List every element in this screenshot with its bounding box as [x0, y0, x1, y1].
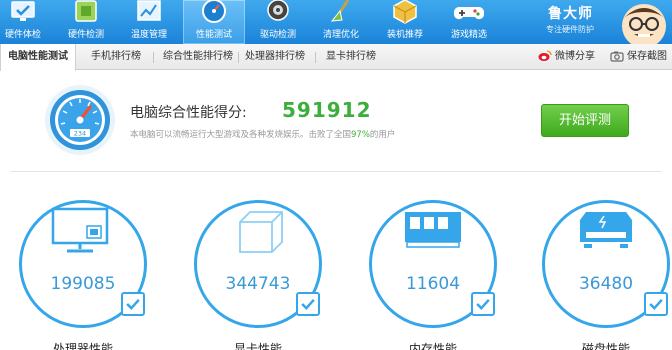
- check-icon: [121, 292, 145, 316]
- toolbar-label: 硬件检测: [67, 30, 104, 40]
- sub-tab-bar: 电脑性能测试 手机排行榜 综合性能排行榜 处理器排行榜 显卡排行榜 微博分享 保…: [0, 44, 672, 71]
- main-toolbar: 硬件体检 硬件检测 温度管理 性能测试 驱动检测 清理优化 装机推荐 游戏精选 …: [0, 0, 672, 44]
- score-description: 本电脑可以流畅运行大型游戏及各种发烧娱乐。击败了全国97%的用户: [130, 128, 395, 140]
- weibo-share-label: 微博分享: [555, 51, 595, 62]
- gpu-performance-label: 显卡性能: [233, 342, 282, 350]
- toolbar-item-temperature[interactable]: 温度管理: [118, 0, 180, 44]
- check-icon: [471, 292, 495, 316]
- gpu-performance-card[interactable]: 344743 显卡性能: [194, 200, 322, 350]
- weibo-share-link[interactable]: 微博分享: [538, 44, 595, 70]
- memory-score: 11604: [405, 274, 461, 294]
- cpu-score: 199085: [50, 274, 116, 294]
- gear-shield-icon: [267, 0, 289, 21]
- disk-performance-label: 磁盘性能: [581, 342, 630, 350]
- memory-performance-label: 内存性能: [408, 342, 457, 350]
- memory-performance-card[interactable]: 11604 内存性能: [369, 200, 497, 350]
- toolbar-label: 驱动检测: [259, 30, 296, 40]
- mascot-avatar: [622, 4, 666, 44]
- save-screenshot-link[interactable]: 保存截图: [610, 44, 667, 70]
- cube-icon: [239, 211, 283, 253]
- memory-icon: [405, 212, 461, 248]
- start-benchmark-button[interactable]: 开始评测: [541, 104, 629, 137]
- toolbar-label: 清理优化: [322, 30, 359, 40]
- broom-icon: [330, 0, 350, 22]
- tab-overall-ranking[interactable]: 综合性能排行榜: [159, 44, 237, 70]
- cpu-performance-card[interactable]: 199085 处理器性能: [19, 200, 147, 350]
- toolbar-item-hardware-detect[interactable]: 硬件检测: [55, 0, 117, 44]
- brand-tagline: 专注硬件防护: [546, 25, 594, 34]
- toolbar-label: 游戏精选: [450, 30, 487, 40]
- toolbar-item-performance-test[interactable]: 性能测试: [183, 0, 245, 44]
- disk-score: 36480: [578, 274, 634, 294]
- tab-gpu-ranking[interactable]: 显卡排行榜: [322, 44, 380, 70]
- beat-percent: 97%: [351, 130, 370, 140]
- gamepad-icon: [454, 7, 484, 20]
- toolbar-item-hardware-checkup[interactable]: 硬件体检: [0, 0, 54, 44]
- app-window: 硬件体检 硬件检测 温度管理 性能测试 驱动检测 清理优化 装机推荐 游戏精选 …: [0, 0, 672, 350]
- score-desc-suffix: 的用户: [369, 130, 396, 140]
- toolbar-item-build-recommend[interactable]: 装机推荐: [374, 0, 436, 44]
- toolbar-label: 硬件体检: [4, 30, 41, 40]
- chip-icon: [75, 0, 97, 22]
- toolbar-item-games[interactable]: 游戏精选: [438, 0, 500, 44]
- monitor-check-icon: [11, 1, 35, 21]
- gauge-readout: 234: [74, 130, 86, 138]
- tab-pc-performance-test[interactable]: 电脑性能测试: [0, 44, 76, 71]
- speedometer-gauge-icon: 234: [45, 85, 115, 155]
- tab-phone-ranking[interactable]: 手机排行榜: [84, 44, 148, 70]
- camera-icon: [610, 51, 624, 62]
- weibo-icon: [538, 50, 552, 61]
- toolbar-label: 性能测试: [195, 30, 232, 40]
- toolbar-label: 温度管理: [130, 30, 167, 40]
- toolbar-item-cleanup[interactable]: 清理优化: [310, 0, 372, 44]
- overall-score-title: 电脑综合性能得分:: [130, 105, 247, 121]
- toolbar-label: 装机推荐: [386, 30, 423, 40]
- tab-separator: [238, 52, 239, 63]
- brand-name: 鲁大师: [548, 6, 593, 22]
- disk-icon: [580, 212, 632, 248]
- score-desc-prefix: 本电脑可以流畅运行大型游戏及各种发烧娱乐。击败了全国: [130, 130, 352, 140]
- save-screenshot-label: 保存截图: [627, 51, 667, 62]
- check-icon: [296, 292, 320, 316]
- cpu-monitor-icon: [51, 207, 109, 253]
- tab-separator: [315, 52, 316, 63]
- brand-area: 鲁大师 专注硬件防护: [538, 0, 672, 44]
- temperature-chart-icon: [137, 0, 161, 21]
- cpu-performance-label: 处理器性能: [52, 342, 113, 350]
- speedometer-icon: [202, 0, 226, 23]
- tab-separator: [153, 52, 154, 63]
- disk-performance-card[interactable]: 36480 磁盘性能: [542, 200, 670, 350]
- box-icon: [393, 0, 417, 24]
- section-divider: [10, 171, 662, 172]
- toolbar-item-driver-detect[interactable]: 驱动检测: [247, 0, 309, 44]
- tab-cpu-ranking[interactable]: 处理器排行榜: [242, 44, 308, 70]
- check-icon: [644, 292, 668, 316]
- overall-score-value: 591912: [282, 98, 372, 122]
- gpu-score: 344743: [225, 274, 291, 294]
